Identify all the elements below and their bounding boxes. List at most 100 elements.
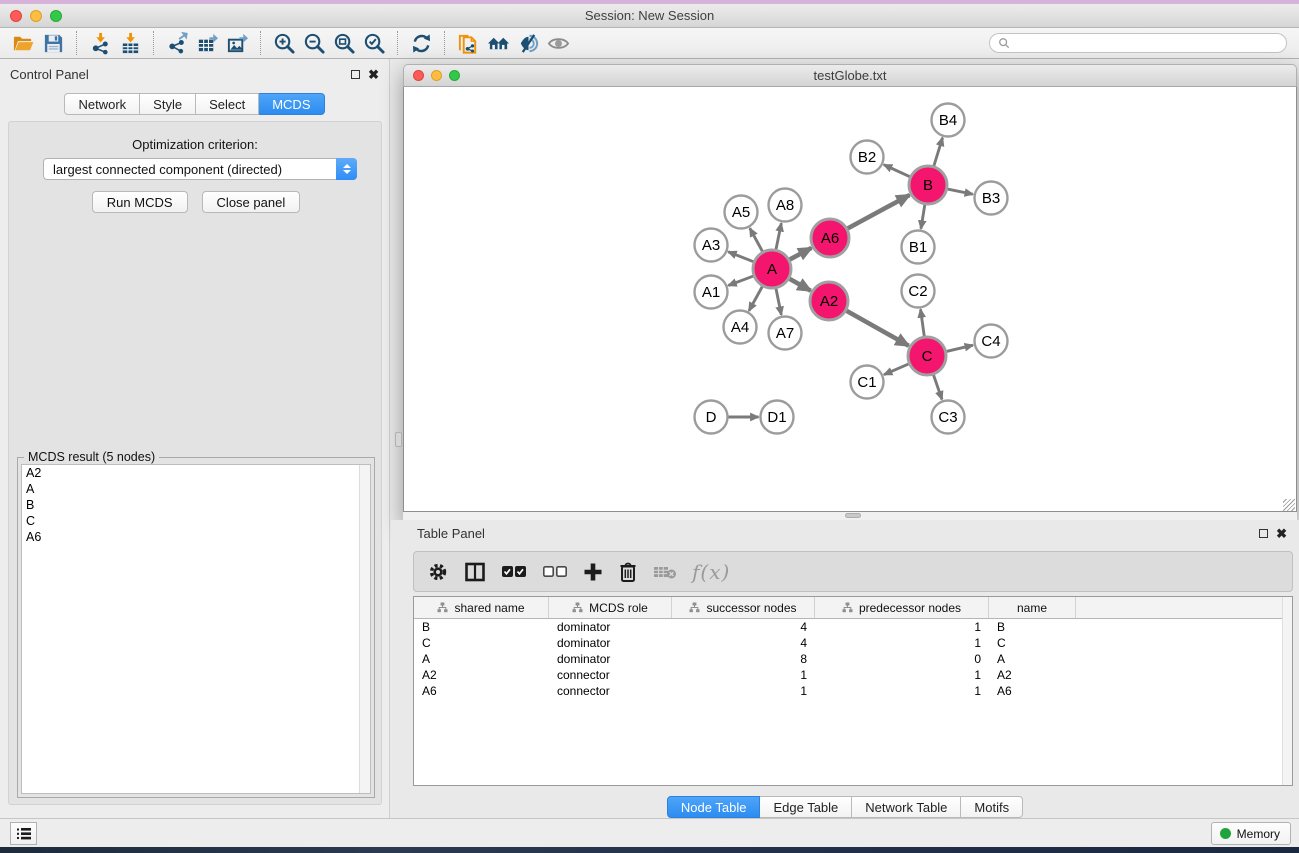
delete-table-button[interactable]	[650, 556, 680, 588]
refresh-button[interactable]	[406, 30, 436, 57]
graph-edge-B-B1[interactable]	[921, 205, 925, 229]
close-table-panel-icon[interactable]: ✖	[1276, 527, 1287, 540]
node-table[interactable]: shared nameMCDS rolesuccessor nodesprede…	[413, 596, 1293, 786]
column-header-name[interactable]: name	[989, 597, 1076, 618]
table-settings-button[interactable]	[424, 556, 452, 588]
close-window-button[interactable]	[10, 10, 22, 22]
mcds-result-item[interactable]: B	[22, 497, 370, 513]
clone-network-button[interactable]	[453, 30, 483, 57]
graph-edge-A-A1[interactable]	[728, 276, 753, 285]
graph-edge-A2-C[interactable]	[846, 311, 908, 346]
save-session-button[interactable]	[38, 30, 68, 57]
close-network-window-button[interactable]	[413, 70, 424, 81]
table-row[interactable]: A6connector11A6	[414, 683, 1292, 699]
float-table-panel-icon[interactable]	[1259, 529, 1268, 538]
criterion-dropdown[interactable]: largest connected component (directed)	[43, 158, 357, 180]
tab-network[interactable]: Network	[64, 93, 140, 115]
graph-edge-C-C2[interactable]	[921, 309, 925, 336]
graph-edge-A-A8[interactable]	[776, 223, 781, 249]
task-history-button[interactable]	[10, 822, 37, 845]
import-table-button[interactable]	[115, 30, 145, 57]
graph-edge-A-A6[interactable]	[790, 248, 812, 260]
table-row[interactable]: A2connector11A2	[414, 667, 1292, 683]
zoom-window-button[interactable]	[50, 10, 62, 22]
zoom-in-button[interactable]	[269, 30, 299, 57]
graph-edge-B-B3[interactable]	[948, 189, 973, 194]
memory-button[interactable]: Memory	[1211, 822, 1291, 845]
minimize-network-window-button[interactable]	[431, 70, 442, 81]
graph-edge-A-A3[interactable]	[728, 252, 753, 262]
table-tab-node-table[interactable]: Node Table	[667, 796, 761, 818]
table-tab-network-table[interactable]: Network Table	[852, 796, 961, 818]
tab-mcds[interactable]: MCDS	[259, 93, 324, 115]
search-field[interactable]	[989, 33, 1287, 53]
table-row[interactable]: Cdominator41C	[414, 635, 1292, 651]
tab-style[interactable]: Style	[140, 93, 196, 115]
select-all-button[interactable]	[498, 556, 530, 588]
table-tab-edge-table[interactable]: Edge Table	[760, 796, 852, 818]
mcds-result-item[interactable]: A2	[22, 465, 370, 481]
network-canvas[interactable]: B4B2BB3A5A8A6A3B1AA1C2A2A4A7C4CC1DD1C3	[403, 87, 1297, 512]
graph-edge-A-A2[interactable]	[789, 279, 810, 291]
graph-edge-A-A4[interactable]	[749, 287, 762, 311]
minimize-window-button[interactable]	[30, 10, 42, 22]
table-row[interactable]: Bdominator41B	[414, 619, 1292, 635]
network-window-titlebar[interactable]: testGlobe.txt	[403, 64, 1297, 87]
zoom-selected-button[interactable]	[359, 30, 389, 57]
home-button[interactable]	[483, 30, 513, 57]
deselect-all-button[interactable]	[539, 556, 571, 588]
split-handle[interactable]	[395, 432, 402, 447]
zoom-fit-button[interactable]	[329, 30, 359, 57]
function-builder-button[interactable]: f(x)	[689, 556, 733, 588]
column-header-predecessor-nodes[interactable]: predecessor nodes	[815, 597, 989, 618]
zoom-network-window-button[interactable]	[449, 70, 460, 81]
float-panel-icon[interactable]	[351, 70, 360, 79]
graph-edge-A6-B[interactable]	[848, 195, 910, 228]
graph-edge-C-C3[interactable]	[934, 375, 942, 400]
delete-column-button[interactable]	[615, 556, 641, 588]
column-header-shared-name[interactable]: shared name	[414, 597, 549, 618]
export-table-button[interactable]	[192, 30, 222, 57]
mcds-result-item[interactable]: C	[22, 513, 370, 529]
table-vscrollbar[interactable]	[1282, 597, 1292, 785]
hide-graphics-details-button[interactable]	[513, 30, 543, 57]
graph-edge-A-A5[interactable]	[750, 228, 763, 251]
tab-select[interactable]: Select	[196, 93, 259, 115]
resize-grip-icon[interactable]	[1283, 499, 1295, 511]
network-graph[interactable]: B4B2BB3A5A8A6A3B1AA1C2A2A4A7C4CC1DD1C3	[404, 87, 1296, 510]
close-panel-button[interactable]: Close panel	[202, 191, 301, 213]
column-header-successor-nodes[interactable]: successor nodes	[672, 597, 815, 618]
column-header-mcds-role[interactable]: MCDS role	[549, 597, 672, 618]
gear-icon	[427, 561, 449, 583]
table-tab-motifs[interactable]: Motifs	[961, 796, 1023, 818]
show-graphics-details-button[interactable]	[543, 30, 573, 57]
network-hscrollbar[interactable]	[403, 512, 1297, 520]
graph-edge-C-C1[interactable]	[884, 364, 909, 375]
graph-node-label-A7: A7	[776, 325, 794, 342]
mcds-result-item[interactable]: A6	[22, 529, 370, 545]
graph-node-label-B2: B2	[858, 149, 876, 166]
create-column-button[interactable]	[580, 556, 606, 588]
close-panel-icon[interactable]: ✖	[368, 68, 379, 81]
search-icon	[998, 37, 1010, 49]
search-input[interactable]	[1015, 36, 1278, 50]
network-hscrollbar-thumb[interactable]	[845, 513, 861, 518]
graph-edge-B-B4[interactable]	[934, 138, 943, 166]
import-network-button[interactable]	[85, 30, 115, 57]
open-file-button[interactable]	[8, 30, 38, 57]
mcds-result-item[interactable]: A	[22, 481, 370, 497]
control-panel-header: Control Panel ✖	[0, 59, 389, 89]
table-row[interactable]: Adominator80A	[414, 651, 1292, 667]
table-cell: 0	[815, 651, 989, 667]
show-columns-button[interactable]	[461, 556, 489, 588]
graph-edge-B-B2[interactable]	[884, 165, 910, 177]
graph-edge-C-C4[interactable]	[946, 345, 973, 351]
run-mcds-button[interactable]: Run MCDS	[92, 191, 188, 213]
mcds-result-list[interactable]: A2ABCA6	[21, 464, 371, 794]
result-list-scrollbar[interactable]	[359, 465, 370, 793]
export-network-button[interactable]	[162, 30, 192, 57]
graph-edge-A-A7[interactable]	[776, 289, 781, 315]
zoom-out-button[interactable]	[299, 30, 329, 57]
export-image-button[interactable]	[222, 30, 252, 57]
toolbar-separator	[76, 31, 77, 55]
